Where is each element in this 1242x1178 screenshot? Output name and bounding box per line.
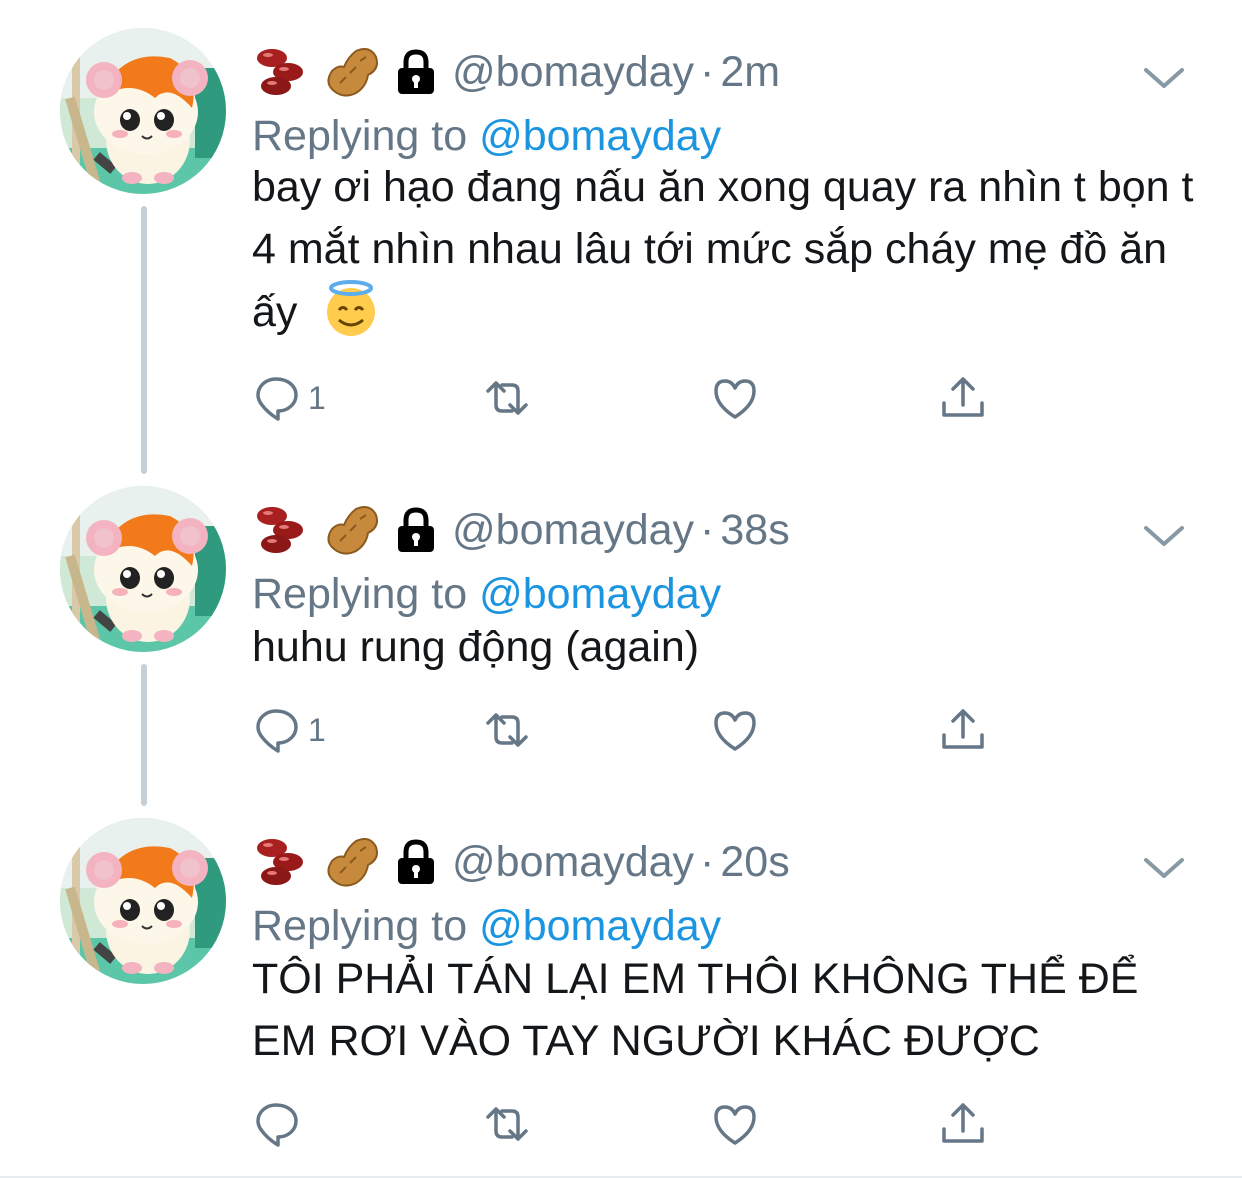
reply-count: 1	[308, 711, 326, 748]
smiling-face-with-halo-emoji	[325, 280, 378, 338]
reply-icon	[256, 1103, 298, 1147]
timestamp[interactable]: 2m	[720, 48, 780, 97]
tweet-actions: 1	[252, 368, 1012, 428]
beans-emoji	[257, 507, 303, 553]
retweet-icon	[486, 713, 528, 747]
lock-icon	[394, 838, 438, 886]
user-handle[interactable]: @bomayday	[452, 48, 694, 97]
separator-dot: ·	[700, 505, 715, 554]
retweet-icon	[486, 1107, 528, 1141]
avatar[interactable]	[60, 486, 226, 652]
like-icon	[714, 711, 756, 751]
peanut-emoji	[327, 506, 378, 555]
reply-icon	[256, 709, 298, 753]
beans-emoji	[257, 49, 303, 95]
lock-icon	[394, 506, 438, 554]
replying-prefix: Replying to	[252, 112, 480, 160]
reply-icon	[256, 377, 298, 421]
tweet-actions	[252, 1094, 1012, 1154]
replying-to: Replying to @bomayday	[252, 902, 721, 951]
tweet-text: huhu rung động (again)	[252, 616, 1212, 678]
like-button[interactable]	[710, 1094, 760, 1154]
reply-button[interactable]: 1	[252, 368, 326, 428]
mention-link[interactable]: @bomayday	[479, 570, 721, 618]
thread-line	[141, 664, 147, 806]
lock-icon	[394, 48, 438, 96]
user-handle[interactable]: @bomayday	[452, 838, 694, 887]
tweet-header: @bomayday · 2m	[252, 42, 780, 102]
avatar[interactable]	[60, 818, 226, 984]
mention-link[interactable]: @bomayday	[479, 112, 721, 160]
replying-to: Replying to @bomayday	[252, 112, 721, 161]
beans-emoji	[257, 839, 303, 885]
share-icon	[942, 377, 984, 417]
retweet-button[interactable]	[482, 700, 532, 760]
share-button[interactable]	[938, 1094, 988, 1154]
share-button[interactable]	[938, 368, 988, 428]
tweet-text-content: bay ơi hạo đang nấu ăn xong quay ra nhìn…	[252, 163, 1194, 336]
thread-line	[141, 206, 147, 474]
tweet-text-content: TÔI PHẢI TÁN LẠI EM THÔI KHÔNG THỂ ĐỂ EM…	[252, 955, 1139, 1065]
avatar[interactable]	[60, 28, 226, 194]
tweet-actions: 1	[252, 700, 1012, 760]
replying-prefix: Replying to	[252, 570, 480, 618]
replying-prefix: Replying to	[252, 902, 480, 950]
like-icon	[714, 1105, 756, 1145]
peanut-emoji	[327, 48, 378, 97]
like-icon	[714, 379, 756, 419]
separator-dot: ·	[700, 837, 715, 886]
like-button[interactable]	[710, 700, 760, 760]
reply-count: 1	[308, 379, 326, 416]
tweet-text: TÔI PHẢI TÁN LẠI EM THÔI KHÔNG THỂ ĐỂ EM…	[252, 948, 1212, 1072]
retweet-icon	[486, 381, 528, 415]
separator-dot: ·	[700, 47, 715, 96]
share-icon	[942, 1103, 984, 1143]
reply-button[interactable]	[252, 1094, 308, 1154]
timestamp[interactable]: 20s	[720, 838, 789, 887]
retweet-button[interactable]	[482, 1094, 532, 1154]
tweet-text: bay ơi hạo đang nấu ăn xong quay ra nhìn…	[252, 156, 1212, 343]
share-button[interactable]	[938, 700, 988, 760]
chevron-down-icon[interactable]	[1140, 54, 1188, 102]
replying-to: Replying to @bomayday	[252, 570, 721, 619]
timestamp[interactable]: 38s	[720, 506, 789, 555]
user-handle[interactable]: @bomayday	[452, 506, 694, 555]
peanut-emoji	[327, 838, 378, 887]
retweet-button[interactable]	[482, 368, 532, 428]
mention-link[interactable]: @bomayday	[479, 902, 721, 950]
like-button[interactable]	[710, 368, 760, 428]
chevron-down-icon[interactable]	[1140, 844, 1188, 892]
tweet-text-content: huhu rung động (again)	[252, 623, 700, 671]
tweet-header: @bomayday · 38s	[252, 500, 790, 560]
tweet-header: @bomayday · 20s	[252, 832, 790, 892]
chevron-down-icon[interactable]	[1140, 512, 1188, 560]
reply-button[interactable]: 1	[252, 700, 326, 760]
share-icon	[942, 709, 984, 749]
